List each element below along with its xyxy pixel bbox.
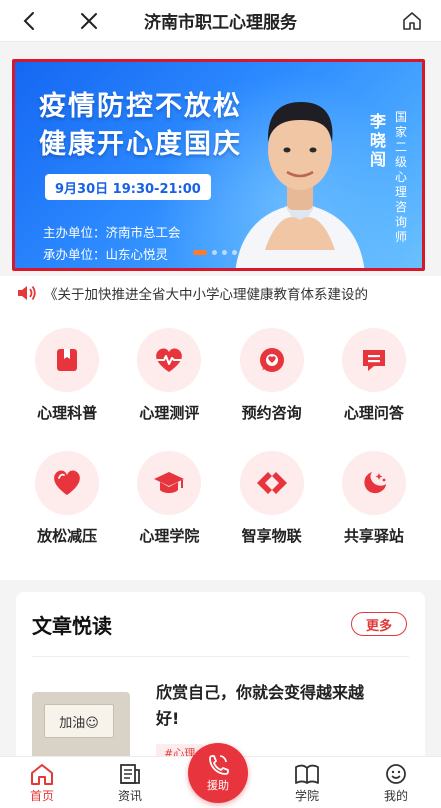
divider	[32, 656, 409, 657]
service-label: 心理问答	[343, 404, 404, 422]
service-relax[interactable]: 放松减压	[16, 451, 118, 546]
home-icon	[31, 764, 53, 785]
nav-home[interactable]: 首页	[12, 763, 72, 804]
bottom-nav: 首页 资讯 援助 学院 我的	[0, 743, 441, 808]
notice-text: 《关于加快推进全省大中小学心理健康教育体系建设的	[44, 287, 368, 303]
bookmark-icon	[57, 349, 78, 371]
nav-label: 资讯	[117, 789, 142, 803]
nav-label: 我的	[383, 789, 408, 803]
message-icon	[362, 350, 385, 371]
nav-mine[interactable]: 我的	[366, 763, 426, 804]
service-grid-panel: 心理科普 心理测评 预约咨询 心理问答 放松减压 心理学院 智享物联 共享驿站	[0, 310, 441, 580]
banner-carousel[interactable]: 疫情防控不放松 健康开心度国庆 9月30日 19:30-21:00 主办单位：济…	[12, 59, 425, 271]
service-icon-circle	[341, 451, 406, 515]
carousel-dot[interactable]	[193, 250, 207, 255]
book-icon	[295, 764, 319, 784]
service-psych-science[interactable]: 心理科普	[16, 328, 118, 423]
heartbeat-icon	[156, 348, 183, 372]
home-button[interactable]	[397, 6, 427, 36]
more-button[interactable]: 更多	[351, 612, 407, 636]
nav-news[interactable]: 资讯	[100, 763, 160, 804]
nav-label: 首页	[29, 789, 54, 803]
service-icon-circle	[137, 451, 202, 515]
service-icon-circle	[35, 451, 100, 515]
service-label: 放松减压	[37, 527, 98, 545]
close-icon	[81, 13, 97, 29]
carousel-indicator	[193, 250, 237, 255]
service-iot[interactable]: 智享物联	[221, 451, 323, 546]
thumbnail-card: 加油☺	[44, 704, 114, 738]
home-outline-icon	[403, 12, 421, 30]
banner-headline-2: 健康开心度国庆	[39, 129, 242, 160]
back-button[interactable]	[14, 6, 44, 36]
service-icon-circle	[137, 328, 202, 392]
service-qa[interactable]: 心理问答	[323, 328, 425, 423]
article-title[interactable]: 欣赏自己，你就会变得越来越好!	[156, 680, 376, 732]
heart-icon	[54, 470, 80, 495]
service-psych-test[interactable]: 心理测评	[118, 328, 220, 423]
service-icon-circle	[35, 328, 100, 392]
service-academy[interactable]: 心理学院	[118, 451, 220, 546]
smile-icon	[386, 764, 406, 784]
chevron-left-icon	[23, 12, 34, 30]
service-label: 心理学院	[139, 527, 200, 545]
service-label: 智享物联	[241, 527, 302, 545]
service-label: 心理测评	[139, 404, 200, 422]
speaker-icon	[18, 285, 36, 301]
moon-stars-icon	[364, 472, 386, 494]
speaker-title: 国家二级心理咨询师	[394, 110, 407, 244]
carousel-dot[interactable]	[232, 250, 237, 255]
nav-label: 学院	[294, 789, 319, 803]
service-icon-circle	[341, 328, 406, 392]
carousel-dot[interactable]	[212, 250, 217, 255]
link-icon	[256, 472, 287, 494]
banner-organizer: 主办单位：济南市总工会	[43, 225, 181, 240]
top-bar: 济南市职工心理服务	[0, 0, 441, 42]
page-title: 济南市职工心理服务	[144, 13, 297, 33]
speaker-name: 李晓闯	[369, 112, 386, 169]
service-icon-circle	[239, 451, 304, 515]
nav-label: 援助	[207, 779, 229, 792]
chat-bubble-icon	[259, 348, 284, 372]
banner-headline-1: 疫情防控不放松	[39, 91, 242, 122]
service-icon-circle	[239, 328, 304, 392]
nav-aid[interactable]: 援助	[188, 743, 248, 803]
service-label: 共享驿站	[343, 527, 404, 545]
speaker-photo	[235, 102, 365, 268]
news-icon	[120, 764, 140, 784]
section-title: 文章悦读	[32, 614, 112, 638]
notice-bar[interactable]: 《关于加快推进全省大中小学心理健康教育体系建设的	[0, 276, 441, 310]
nav-school[interactable]: 学院	[277, 763, 337, 804]
service-station[interactable]: 共享驿站	[323, 451, 425, 546]
article-thumbnail[interactable]: 加油☺	[32, 692, 130, 762]
banner-co-organizer: 承办单位：山东心悦灵	[43, 247, 169, 262]
carousel-dot[interactable]	[222, 250, 227, 255]
graduation-cap-icon	[154, 472, 185, 493]
service-label: 预约咨询	[241, 404, 302, 422]
service-appointment[interactable]: 预约咨询	[221, 328, 323, 423]
service-label: 心理科普	[37, 404, 98, 422]
service-grid: 心理科普 心理测评 预约咨询 心理问答 放松减压 心理学院 智享物联 共享驿站	[16, 328, 425, 546]
banner-time: 9月30日 19:30-21:00	[45, 174, 211, 200]
banner-slide[interactable]: 疫情防控不放松 健康开心度国庆 9月30日 19:30-21:00 主办单位：济…	[15, 62, 422, 268]
phone-icon	[209, 755, 229, 775]
close-button[interactable]	[74, 6, 104, 36]
